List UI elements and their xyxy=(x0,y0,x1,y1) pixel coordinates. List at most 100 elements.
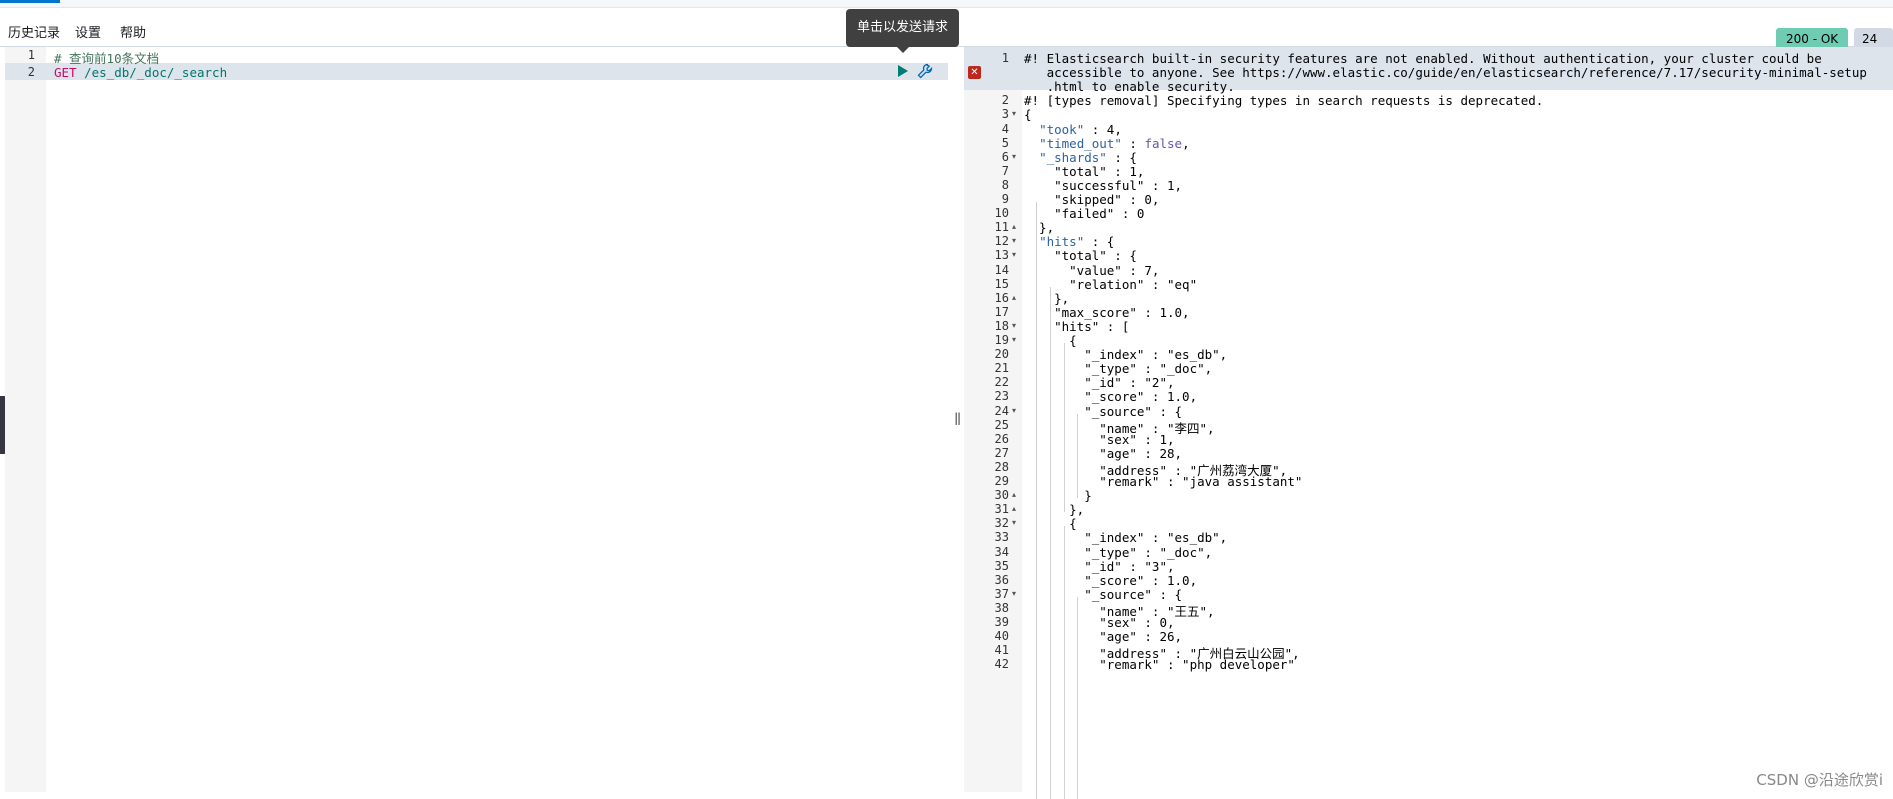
response-line: "_type" : "_doc", xyxy=(1024,544,1213,560)
response-line: "_score" : 1.0, xyxy=(1024,389,1198,405)
fold-toggle-icon[interactable]: ▴ xyxy=(1012,504,1016,513)
response-line: }, xyxy=(1024,290,1070,306)
response-line: }, xyxy=(1024,220,1055,236)
fold-toggle-icon[interactable]: ▾ xyxy=(1012,152,1016,161)
wrench-icon[interactable] xyxy=(917,63,933,79)
response-line: "_score" : 1.0, xyxy=(1024,572,1198,588)
response-line: "skipped" : 0, xyxy=(1024,192,1160,207)
line-number: 5 xyxy=(1001,135,1009,150)
fold-toggle-icon[interactable]: ▾ xyxy=(1012,236,1016,245)
line-number: 2 xyxy=(27,65,35,79)
fold-toggle-icon[interactable]: ▾ xyxy=(1012,321,1016,330)
pane-divider[interactable]: ‖ xyxy=(948,47,964,792)
response-line: accessible to anyone. See https://www.el… xyxy=(1024,65,1867,81)
line-number: 13 xyxy=(994,248,1009,263)
code-token: GET xyxy=(54,65,77,80)
line-number: 27 xyxy=(994,445,1009,460)
response-line: "successful" : 1, xyxy=(1024,177,1183,193)
history-menu[interactable]: 历史记录 xyxy=(8,22,60,41)
line-number: 2 xyxy=(1001,93,1009,108)
line-number: 14 xyxy=(994,262,1009,277)
response-line: { xyxy=(1024,333,1077,348)
response-line: { xyxy=(1024,516,1077,532)
fold-toggle-icon[interactable]: ▴ xyxy=(1012,293,1016,302)
fold-toggle-icon[interactable]: ▾ xyxy=(1012,109,1016,118)
response-line: "_index" : "es_db", xyxy=(1024,530,1228,546)
line-number: 10 xyxy=(994,206,1009,221)
response-line: "remark" : "php developer" xyxy=(1024,657,1295,673)
settings-menu[interactable]: 设置 xyxy=(75,22,101,41)
line-number: 39 xyxy=(994,615,1009,629)
line-number: 41 xyxy=(994,643,1009,658)
active-tab-indicator xyxy=(0,0,60,3)
response-line: "failed" : 0 xyxy=(1024,206,1145,222)
response-line: "total" : { xyxy=(1024,248,1137,264)
response-line: "sex" : 0, xyxy=(1024,615,1175,630)
response-line: "_id" : "2", xyxy=(1024,375,1175,391)
line-number: 18 xyxy=(994,318,1009,333)
response-line: "remark" : "java assistant" xyxy=(1024,474,1303,489)
response-viewer: ✕ 1 #! Elasticsearch built-in security fe… xyxy=(964,47,1893,799)
response-line: "_type" : "_doc", xyxy=(1024,361,1213,377)
send-request-tooltip: 单击以发送请求 xyxy=(846,9,959,53)
response-line: "_id" : "3", xyxy=(1024,558,1175,574)
watermark: CSDN @沿途欣赏i xyxy=(1756,771,1883,789)
play-icon[interactable] xyxy=(898,65,908,77)
fold-toggle-icon[interactable]: ▴ xyxy=(1012,222,1016,231)
response-line: #! Elasticsearch built-in security featu… xyxy=(1024,51,1822,66)
response-line: "timed_out" : false, xyxy=(1039,135,1190,151)
line-number: 34 xyxy=(994,544,1009,559)
response-line: "value" : 7, xyxy=(1024,262,1160,278)
line-number: 28 xyxy=(994,459,1009,474)
response-line: "hits" : [ xyxy=(1024,318,1130,334)
line-number: 23 xyxy=(994,389,1009,404)
fold-toggle-icon[interactable]: ▾ xyxy=(1012,335,1016,344)
line-number: 40 xyxy=(994,629,1009,644)
line-number: 4 xyxy=(1001,121,1009,136)
response-line: { xyxy=(1024,107,1032,123)
line-number: 31 xyxy=(994,502,1009,517)
error-icon: ✕ xyxy=(968,66,981,79)
line-number: 32 xyxy=(994,516,1009,531)
response-line: .html to enable security. xyxy=(1024,79,1235,95)
code-token: /es_db/_doc/_search xyxy=(76,65,228,80)
line-number: 37 xyxy=(994,586,1009,601)
fold-toggle-icon[interactable]: ▾ xyxy=(1012,250,1016,259)
response-line: #! [types removal] Specifying types in s… xyxy=(1024,93,1544,109)
response-line: "_source" : { xyxy=(1024,403,1183,419)
fold-toggle-icon[interactable]: ▾ xyxy=(1012,589,1016,598)
line-number: 7 xyxy=(1001,163,1009,178)
response-line: "_shards" : { xyxy=(1039,149,1137,165)
response-line: "_index" : "es_db", xyxy=(1024,347,1228,363)
response-line: "total" : 1, xyxy=(1024,163,1145,179)
response-line: "age" : 26, xyxy=(1024,629,1183,645)
response-line: "relation" : "eq" xyxy=(1024,276,1198,292)
response-line: "_source" : { xyxy=(1024,586,1183,602)
help-menu[interactable]: 帮助 xyxy=(120,22,146,41)
line-number: 30 xyxy=(994,488,1009,503)
line-number: 1 xyxy=(27,48,35,62)
line-number: 15 xyxy=(994,276,1009,291)
request-line[interactable]: GET /es_db/_doc/_search xyxy=(54,65,227,80)
line-number: 38 xyxy=(994,600,1009,615)
response-line: "hits" : { xyxy=(1039,234,1115,250)
fold-toggle-icon[interactable]: ▾ xyxy=(1012,406,1016,415)
line-number: 33 xyxy=(994,530,1009,545)
response-line: "max_score" : 1.0, xyxy=(1024,304,1190,320)
request-editor[interactable]: 1 # 查询前10条文档 2 GET /es_db/_doc/_search xyxy=(5,47,948,792)
line-number: 3 xyxy=(1001,107,1009,122)
fold-toggle-icon[interactable]: ▴ xyxy=(1012,490,1016,499)
line-number: 22 xyxy=(994,375,1009,390)
line-number: 35 xyxy=(994,558,1009,573)
line-number: 12 xyxy=(994,234,1009,249)
response-line: }, xyxy=(1024,502,1085,518)
line-number: 29 xyxy=(994,474,1009,488)
response-line: "took" : 4, xyxy=(1039,121,1122,137)
code-token: # 查询前10条文档 xyxy=(54,51,160,66)
resize-handle-icon[interactable]: ‖ xyxy=(954,411,961,425)
line-number: 24 xyxy=(994,403,1009,418)
fold-toggle-icon[interactable]: ▾ xyxy=(1012,518,1016,527)
top-strip xyxy=(0,0,1893,8)
line-number: 17 xyxy=(994,304,1009,319)
line-number: 8 xyxy=(1001,177,1009,192)
